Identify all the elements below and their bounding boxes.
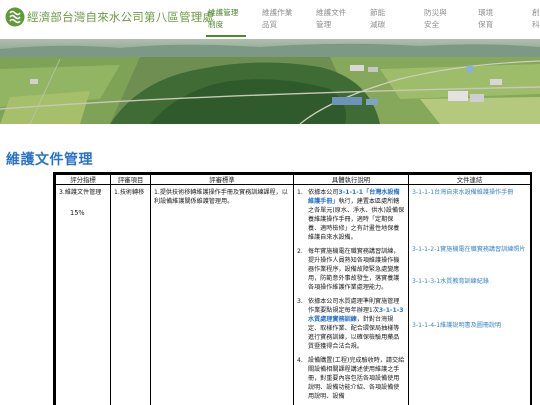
nav-item-innovation[interactable]: 創新 科技 [524,4,540,38]
nav-label-line1: 維護文件 [316,8,347,17]
cell-item: 1.技術轉移 [110,184,151,405]
list-item: 1. 依據本公司3-1-1-1「台灣水設備維護手冊」執行，建置本區處所轄之各單元… [297,188,405,242]
doc-link-maintenance-drawings[interactable]: 3-1-1-4-1維護說明書及圖冊說明 [412,321,527,330]
nav-item-disaster-safety[interactable]: 防災與 安全 [416,4,470,38]
site-title: 經濟部台灣自來水公司第八區管理處 [27,10,215,24]
nav-item-maintenance-docs[interactable]: 維護文件 管理 [308,4,362,38]
step-text-pre: 每年實施機電在職實務講習訓練，提升操作人員熟知各項維護操作機器作業程序，設備故障… [308,248,400,291]
nav-item-maintenance-system[interactable]: 維護管理 制度 [200,4,254,38]
nav-label-line1: 環境 [478,8,494,17]
step-number: 1. [297,189,303,196]
step-text: 設備購置(工程)完成驗收時，請交給關設備相關課程講述使用維護之手冊，對重要內容包… [308,356,405,401]
cell-indicator: 3.維護文件管理 15% [55,184,111,405]
water-company-logo-icon [5,7,25,27]
nav-label-line2: 減碳 [370,20,386,29]
nav-label-line2: 安全 [424,20,440,29]
list-item: 3. 依據本公司水質處理準則實施管理作業要點規定每年辦理1次3-1-1-3水質處… [297,297,405,351]
nav-label-line1: 維護作業 [262,8,293,17]
step-number: 3. [297,298,303,305]
main-nav: 維護管理 制度 維護作業 品質 維護文件 管理 節能 減碳 防災與 安全 環境 … [200,4,540,38]
col-header-indicator: 評分指標 [55,174,111,185]
site-logo[interactable]: 經濟部台灣自來水公司第八區管理處 [5,7,214,27]
site-header: 經濟部台灣自來水公司第八區管理處 維護管理 制度 維護作業 品質 維護文件 管理… [0,0,540,38]
indicator-weight: 15% [70,209,85,217]
indicator-name: 3.維護文件管理 [59,189,102,196]
step-text: 依據本公司水質處理準則實施管理作業要點規定每年辦理1次3-1-1-3水質處理實務… [308,297,405,351]
nav-item-maintenance-quality[interactable]: 維護作業 品質 [254,4,308,38]
nav-item-environment[interactable]: 環境 保育 [470,4,524,38]
maintenance-docs-table-frame: 評分指標 評審項目 評審標準 具體執行說明 文件連結 3.維護文件管理 15% … [53,172,532,405]
nav-label-line2: 科技 [532,20,540,29]
step-text-pre: 依據本公司 [308,189,339,196]
maintenance-docs-table: 評分指標 評審項目 評審標準 具體執行說明 文件連結 3.維護文件管理 15% … [55,174,531,405]
table-row: 3.維護文件管理 15% 1.技術轉移 1.提供技術移轉維護操作手冊及實務訓練課… [55,184,531,405]
method-steps-list: 1. 依據本公司3-1-1-1「台灣水設備維護手冊」執行，建置本區處所轄之各單元… [297,188,405,401]
cell-standard: 1.提供技術移轉維護操作手冊及實務訓練課程，以利設備維護關係維護管理用。 [150,184,294,405]
nav-label-line1: 維護管理 [208,8,239,17]
col-header-item: 評審項目 [110,174,151,185]
col-header-standard: 評審標準 [150,174,294,185]
list-item: 2. 每年實施機電在職實務講習訓練，提升操作人員熟知各項維護操作機器作業程序，設… [297,247,405,292]
doc-link-water-quality-training[interactable]: 3-1-1-3-1水質教育訓練紀錄 [412,277,527,286]
nav-item-energy-saving[interactable]: 節能 減碳 [362,4,416,38]
step-text: 依據本公司3-1-1-1「台灣水設備維護手冊」執行，建置本區處所轄之各單元(原水… [308,188,405,242]
nav-label-line2: 品質 [262,20,278,29]
step-number: 4. [297,357,303,364]
cell-links: 3-1-1-1台灣自來水設備維護操作手冊 3-1-1-2-1實施機電在職實務講習… [408,184,531,405]
nav-label-line1: 節能 [370,8,386,17]
page-title: 維護文件管理 [6,152,93,168]
nav-label-line2: 制度 [208,20,224,29]
nav-label-line2: 保育 [478,20,494,29]
col-header-links: 文件連結 [408,174,531,185]
list-item: 4. 設備購置(工程)完成驗收時，請交給關設備相關課程講述使用維護之手冊，對重要… [297,356,405,401]
nav-label-line2: 管理 [316,20,332,29]
cell-method: 1. 依據本公司3-1-1-1「台灣水設備維護手冊」執行，建置本區處所轄之各單元… [293,184,409,405]
table-header-row: 評分指標 評審項目 評審標準 具體執行說明 文件連結 [55,174,531,185]
nav-label-line1: 防災與 [424,8,447,17]
col-header-method: 具體執行說明 [293,174,409,185]
aerial-banner-image [0,39,540,124]
doc-link-maintenance-manual[interactable]: 3-1-1-1台灣自來水設備維護操作手冊 [412,188,527,197]
step-number: 2. [297,248,303,255]
step-text: 每年實施機電在職實務講習訓練，提升操作人員熟知各項維護操作機器作業程序，設備故障… [308,247,405,292]
doc-link-training-photos[interactable]: 3-1-1-2-1實施機電在職實務講習訓練照片 [412,245,527,254]
nav-label-line1: 創新 [532,8,540,17]
